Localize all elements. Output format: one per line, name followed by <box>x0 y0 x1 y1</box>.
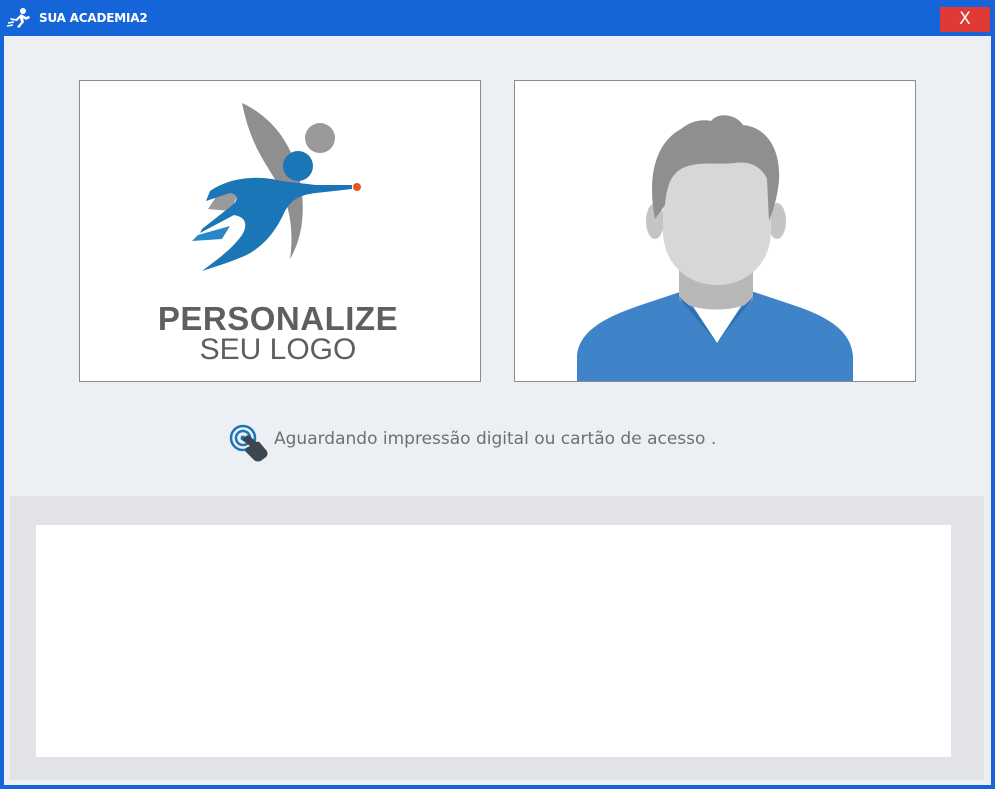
close-button[interactable]: X <box>940 7 990 32</box>
info-display-area <box>36 525 951 757</box>
athlete-logo-image <box>192 103 361 271</box>
window-title: SUA ACADEMIA2 <box>39 11 148 25</box>
logo-subtitle: SEU LOGO <box>199 333 357 366</box>
runner-app-icon <box>7 8 30 28</box>
avatar-placeholder-icon <box>577 115 853 381</box>
status-message: Aguardando impressão digital ou cartão d… <box>274 429 717 449</box>
lower-panel <box>10 496 984 780</box>
title-bar[interactable]: SUA ACADEMIA2 X <box>0 0 995 36</box>
app-window: SUA ACADEMIA2 X PERSONALIZE SEU LOGO Agu… <box>0 0 995 789</box>
main-content: PERSONALIZE SEU LOGO Aguardando impressã… <box>4 36 991 785</box>
member-photo-panel <box>514 80 916 382</box>
fingerprint-touch-icon <box>229 424 268 462</box>
logo-panel: PERSONALIZE SEU LOGO <box>79 80 481 382</box>
